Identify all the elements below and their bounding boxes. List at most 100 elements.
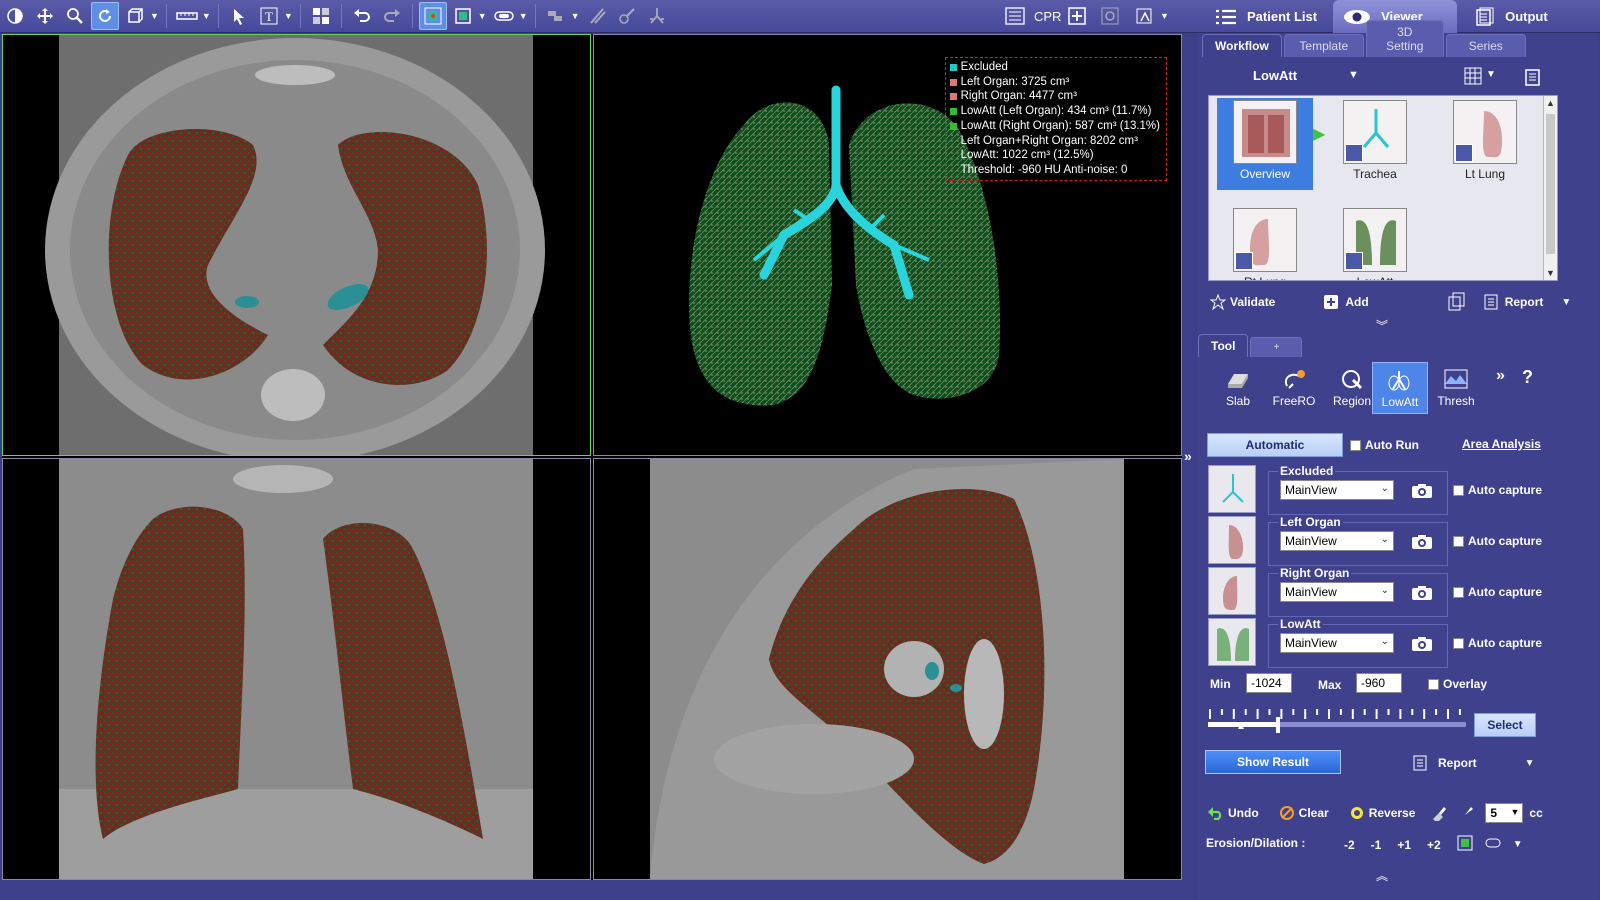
cube-icon[interactable] (121, 2, 149, 30)
erosion-mode-icon[interactable] (1457, 835, 1473, 854)
text-icon[interactable]: T (255, 2, 283, 30)
tab-series[interactable]: Series (1445, 34, 1526, 57)
copy-icon[interactable] (1447, 292, 1467, 312)
rotate-icon[interactable] (91, 2, 119, 30)
report-bottom-button[interactable]: Report ▼ (1412, 755, 1535, 771)
erosion-step-button[interactable]: +1 (1397, 838, 1411, 852)
layout-icon[interactable] (307, 2, 335, 30)
more-tools-icon[interactable]: » (1496, 367, 1505, 385)
tab-tool[interactable]: Tool (1198, 334, 1249, 357)
undo-button[interactable]: Undo (1208, 806, 1259, 820)
pan-icon[interactable] (31, 2, 59, 30)
camera-icon[interactable] (1411, 585, 1433, 601)
workflow-thumb[interactable]: Rt Lung (1217, 206, 1313, 280)
undo-icon[interactable] (348, 2, 376, 30)
vessel-icon[interactable] (583, 2, 611, 30)
tab-3d-setting[interactable]: 3D Setting (1365, 20, 1444, 57)
camera-icon[interactable] (1411, 483, 1433, 499)
auto-capture-checkbox[interactable]: Auto capture (1453, 483, 1542, 497)
workflow-thumb[interactable]: Lt Lung (1437, 98, 1533, 190)
help-icon[interactable]: ? (1522, 367, 1533, 388)
auto-capture-checkbox[interactable]: Auto capture (1453, 534, 1542, 548)
thumbnail-scrollbar[interactable]: ▲ ▼ (1543, 96, 1557, 280)
select-button[interactable]: Select (1474, 713, 1536, 737)
chevron-down-icon[interactable]: ▼ (150, 11, 159, 21)
axial-view[interactable] (2, 34, 591, 456)
reverse-button[interactable]: Reverse (1349, 805, 1415, 821)
nav-patient-list[interactable]: Patient List (1205, 0, 1327, 33)
coronal-view[interactable] (2, 458, 591, 880)
list-icon[interactable] (1001, 2, 1029, 30)
camera-icon[interactable] (1411, 636, 1433, 652)
erosion-step-button[interactable]: +2 (1427, 838, 1441, 852)
chevron-down-icon[interactable]: ▼ (1486, 69, 1496, 80)
collapse-up-icon[interactable]: ︾ (1376, 317, 1388, 334)
ruler-icon[interactable] (173, 2, 201, 30)
paint-icon[interactable] (1431, 805, 1447, 821)
view-select[interactable]: MainView ⌄ (1280, 582, 1394, 602)
brush-size-select[interactable]: 5 ▼ (1485, 803, 1524, 823)
pointer-icon[interactable] (225, 2, 253, 30)
sagittal-view[interactable] (593, 458, 1182, 880)
auto-run-checkbox[interactable]: Auto Run (1350, 438, 1419, 452)
tool-freero[interactable]: FreeRO (1266, 362, 1322, 414)
chevron-down-icon[interactable]: ▼ (202, 11, 211, 21)
show-result-button[interactable]: Show Result (1205, 750, 1341, 774)
probe-icon[interactable] (613, 2, 641, 30)
camera-icon[interactable] (1411, 534, 1433, 550)
zoom-icon[interactable] (61, 2, 89, 30)
workflow-dropdown-icon[interactable]: ▼ (1348, 69, 1359, 81)
chevron-down-icon[interactable]: ▼ (1561, 297, 1571, 308)
tab-template[interactable]: Template (1283, 34, 1364, 57)
overlay-checkbox[interactable]: Overlay (1428, 677, 1487, 691)
scroll-thumb[interactable] (1546, 114, 1555, 254)
chevron-down-icon[interactable]: ▼ (478, 11, 487, 21)
max-input[interactable]: -960 (1356, 673, 1402, 693)
scroll-up-icon[interactable]: ▲ (1546, 98, 1555, 108)
tab-add[interactable]: + (1250, 337, 1303, 357)
erosion-step-button[interactable]: -1 (1371, 838, 1382, 852)
automatic-button[interactable]: Automatic (1207, 433, 1343, 457)
brush-icon[interactable] (1459, 805, 1475, 821)
add-frame-icon[interactable] (1063, 2, 1091, 30)
workflow-thumb[interactable]: Overview (1217, 98, 1313, 190)
grid-view-icon[interactable] (1464, 67, 1482, 85)
redo-icon[interactable] (378, 2, 406, 30)
nav-output[interactable]: Output (1465, 0, 1558, 33)
threshold-slider[interactable] (1208, 705, 1468, 735)
chevron-down-icon[interactable]: ▼ (519, 11, 528, 21)
workflow-thumb[interactable]: Trachea (1327, 98, 1423, 190)
view-select[interactable]: MainView ⌄ (1280, 480, 1394, 500)
panel-collapse-button[interactable]: » (1184, 448, 1196, 468)
scroll-down-icon[interactable]: ▼ (1546, 268, 1555, 278)
tree-icon[interactable] (643, 2, 671, 30)
report-button[interactable]: Report (1483, 294, 1543, 310)
tools-icon[interactable] (542, 2, 570, 30)
erosion-shape-icon[interactable] (1485, 837, 1501, 852)
contrast-icon[interactable] (1, 2, 29, 30)
tool-lowatt[interactable]: LowAtt (1372, 362, 1428, 414)
chevron-down-icon[interactable]: ▼ (571, 11, 580, 21)
chevron-down-icon[interactable]: ▼ (1160, 11, 1169, 21)
erosion-step-button[interactable]: -2 (1344, 838, 1355, 852)
tool-slab[interactable]: Slab (1210, 362, 1266, 414)
workflow-thumb[interactable]: LowAtt (1327, 206, 1423, 280)
view-select[interactable]: MainView ⌄ (1280, 633, 1394, 653)
view-select[interactable]: MainView ⌄ (1280, 531, 1394, 551)
tab-workflow[interactable]: Workflow (1202, 34, 1282, 57)
tool-thresh[interactable]: Thresh (1428, 362, 1484, 414)
volume-render-view[interactable]: Excluded Left Organ: 3725 cm³ Right Organ:… (593, 34, 1182, 456)
collapse-down-icon[interactable]: ︽ (1376, 867, 1388, 884)
auto-capture-checkbox[interactable]: Auto capture (1453, 636, 1542, 650)
validate-button[interactable]: Validate (1210, 294, 1275, 310)
slab-icon[interactable] (490, 2, 518, 30)
area-analysis-link[interactable]: Area Analysis (1462, 437, 1541, 451)
min-input[interactable]: -1024 (1246, 673, 1292, 693)
clear-button[interactable]: Clear (1279, 805, 1329, 821)
auto-capture-checkbox[interactable]: Auto capture (1453, 585, 1542, 599)
color-map-icon[interactable] (418, 2, 447, 30)
chevron-down-icon[interactable]: ▼ (284, 11, 293, 21)
add-button[interactable]: Add (1323, 294, 1369, 310)
crop-icon[interactable] (449, 2, 477, 30)
magnify-frame-icon[interactable] (1096, 2, 1124, 30)
